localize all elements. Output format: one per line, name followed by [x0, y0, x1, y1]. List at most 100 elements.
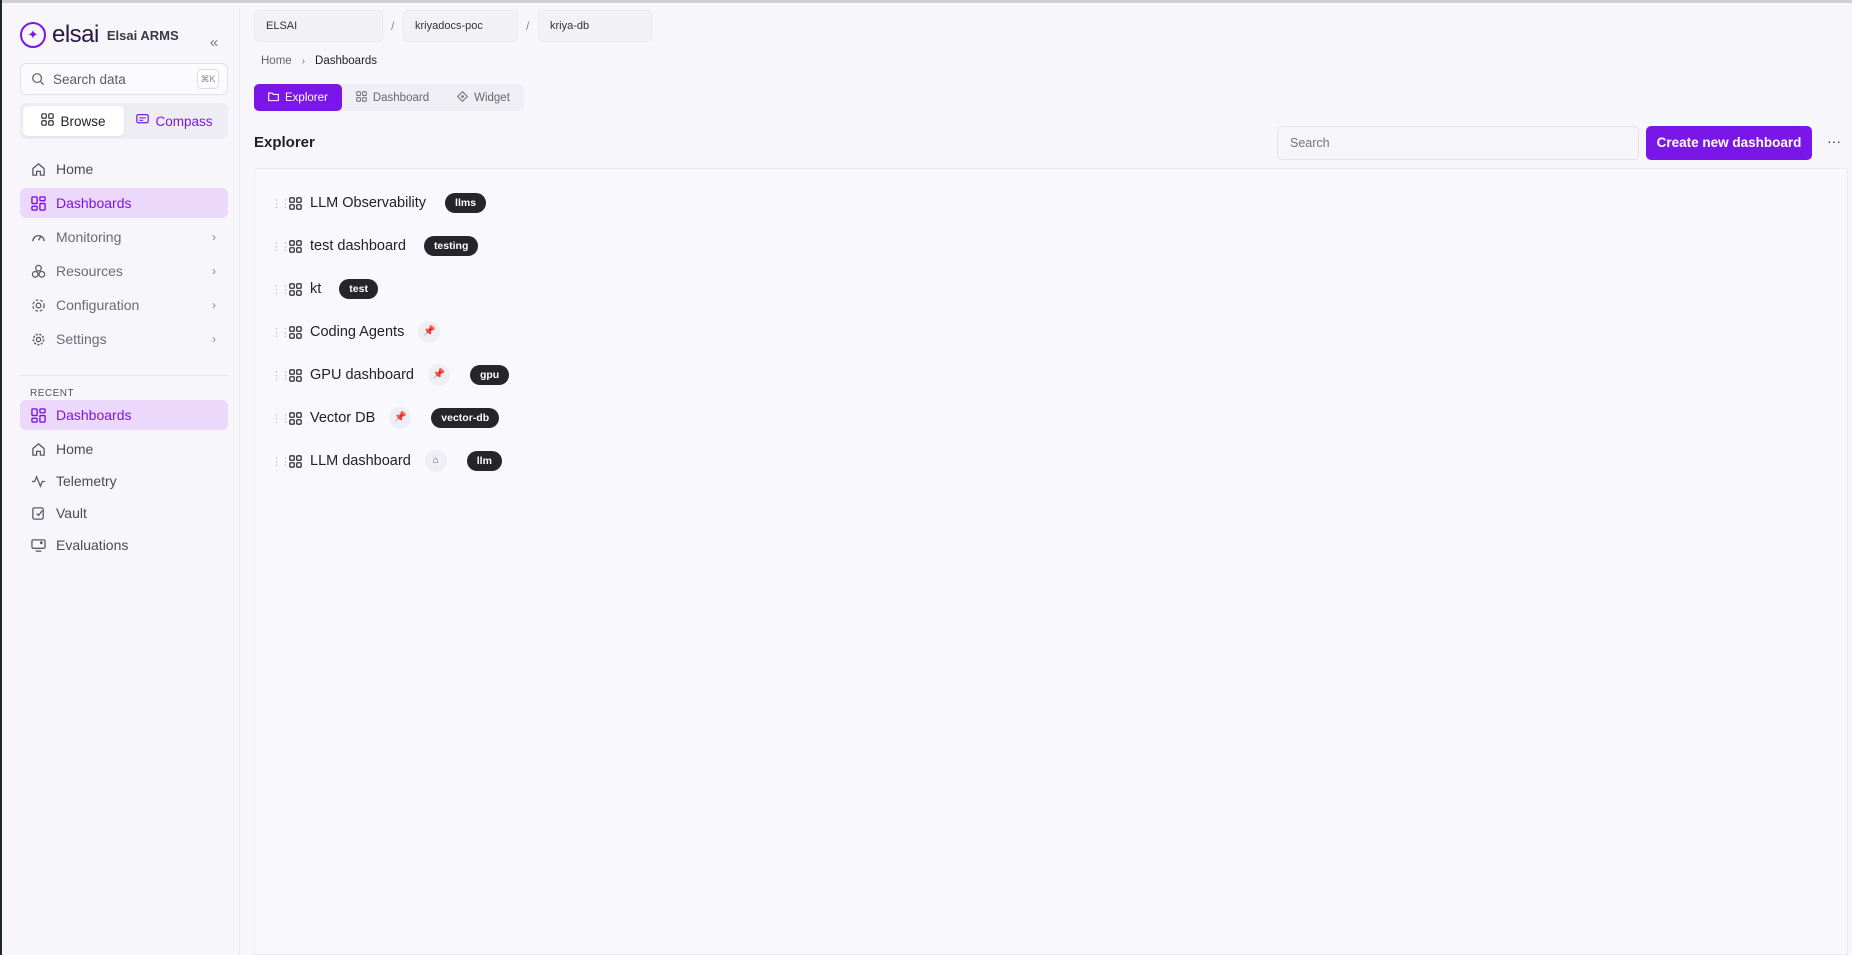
page-title: Explorer — [254, 134, 315, 151]
recent-item-telemetry[interactable]: Telemetry — [20, 466, 228, 496]
tab-label: Explorer — [285, 91, 328, 104]
dashboard-name[interactable]: LLM dashboard — [310, 453, 411, 469]
tab-explorer[interactable]: Explorer — [254, 84, 342, 111]
nav-label: Dashboards — [56, 407, 132, 423]
chat-icon — [136, 113, 150, 129]
drag-handle-icon[interactable]: ⋮⋮ — [271, 369, 291, 382]
dashboard-icon — [289, 239, 303, 253]
dashboard-name[interactable]: GPU dashboard — [310, 367, 414, 383]
main-nav: Home Dashboards Monitoring › Resources ›… — [20, 154, 228, 358]
chevron-right-icon: › — [301, 55, 306, 67]
grid-icon — [41, 113, 55, 129]
sidebar-item-dashboards[interactable]: Dashboards — [20, 188, 228, 218]
logo-text: elsai — [52, 21, 99, 48]
sidebar-item-home[interactable]: Home — [20, 154, 228, 184]
recent-item-evaluations[interactable]: Evaluations — [20, 530, 228, 560]
nav-label: Dashboards — [56, 195, 132, 211]
dashboard-name[interactable]: test dashboard — [310, 238, 406, 254]
database-selector[interactable]: kriya-db — [538, 10, 652, 42]
dashboard-name[interactable]: kt — [310, 281, 321, 297]
vault-icon — [30, 505, 46, 521]
drag-handle-icon[interactable]: ⋮⋮ — [271, 240, 291, 253]
pin-icon[interactable]: 📌 — [418, 321, 441, 343]
dashboard-tag: test — [339, 279, 378, 299]
create-dashboard-button[interactable]: Create new dashboard — [1646, 126, 1812, 160]
drag-handle-icon[interactable]: ⋮⋮ — [271, 283, 291, 296]
home-icon[interactable]: ⌂ — [424, 450, 447, 472]
sidebar-search-input[interactable]: Search data ⌘K — [20, 63, 228, 95]
dashboard-list-panel: ⋮⋮ LLM Observability llms ⋮⋮ test dashbo… — [254, 168, 1848, 955]
dashboard-name[interactable]: Vector DB — [310, 410, 375, 426]
project-selector[interactable]: kriyadocs-poc — [403, 10, 518, 42]
dashboard-row[interactable]: ⋮⋮ test dashboard testing — [271, 231, 479, 261]
nav-label: Settings — [56, 331, 107, 347]
drag-handle-icon[interactable]: ⋮⋮ — [271, 412, 291, 425]
widget-icon — [457, 90, 469, 105]
dashboard-name[interactable]: Coding Agents — [310, 324, 404, 340]
sidebar-item-configuration[interactable]: Configuration › — [20, 290, 228, 320]
sidebar-item-settings[interactable]: Settings › — [20, 324, 228, 354]
dashboard-icon — [30, 195, 46, 211]
tab-label: Dashboard — [372, 91, 430, 104]
dashboard-icon — [289, 196, 303, 210]
breadcrumb-home[interactable]: Home — [261, 55, 292, 67]
tab-dashboard[interactable]: Dashboard — [342, 84, 443, 111]
drag-handle-icon[interactable]: ⋮⋮ — [271, 197, 291, 210]
pin-icon[interactable]: 📌 — [389, 407, 412, 429]
gear-icon — [30, 331, 46, 347]
chevron-right-icon: › — [212, 332, 216, 346]
search-shortcut: ⌘K — [197, 69, 219, 89]
dashboard-icon — [355, 90, 367, 105]
nav-label: Home — [56, 161, 94, 177]
drag-handle-icon[interactable]: ⋮⋮ — [271, 326, 291, 339]
gauge-icon — [30, 229, 46, 245]
pin-icon[interactable]: 📌 — [427, 364, 450, 386]
dashboard-row[interactable]: ⋮⋮ GPU dashboard 📌 gpu — [271, 360, 510, 390]
sidebar-item-monitoring[interactable]: Monitoring › — [20, 222, 228, 252]
nav-label: Configuration — [56, 297, 140, 313]
app-name: Elsai ARMS — [106, 27, 179, 43]
dashboard-tag: llms — [445, 193, 487, 213]
context-separator: / — [526, 19, 530, 33]
mode-tab-compass[interactable]: Compass — [124, 106, 225, 136]
elsai-logo-icon: ✦ — [20, 22, 46, 48]
dashboard-tag: vector-db — [431, 408, 500, 428]
dashboard-row[interactable]: ⋮⋮ Vector DB 📌 vector-db — [271, 403, 500, 433]
nav-label: Telemetry — [56, 473, 117, 489]
brand[interactable]: ✦ elsai Elsai ARMS — [20, 21, 179, 49]
nav-label: Monitoring — [56, 229, 122, 245]
recent-item-vault[interactable]: Vault — [20, 498, 228, 528]
home-icon — [30, 161, 46, 177]
collapse-sidebar-icon[interactable]: « — [205, 34, 223, 52]
dashboard-icon — [289, 368, 303, 382]
home-icon — [30, 441, 46, 457]
dashboard-row[interactable]: ⋮⋮ Coding Agents 📌 — [271, 317, 441, 347]
sidebar-divider — [20, 375, 228, 376]
drag-handle-icon[interactable]: ⋮⋮ — [271, 455, 291, 468]
dashboard-tag: llm — [466, 451, 502, 471]
monitor-icon — [30, 537, 46, 553]
activity-icon — [30, 473, 46, 489]
dashboard-name[interactable]: LLM Observability — [310, 195, 426, 211]
more-options-icon[interactable]: ··· — [1824, 130, 1844, 154]
tab-widget[interactable]: Widget — [443, 84, 524, 111]
folder-icon — [268, 91, 279, 105]
chevron-right-icon: › — [212, 264, 216, 278]
dashboard-icon — [30, 407, 46, 423]
dashboard-row[interactable]: ⋮⋮ LLM dashboard ⌂ llm — [271, 446, 502, 476]
sidebar: ✦ elsai Elsai ARMS « Search data ⌘K Brow… — [8, 8, 240, 955]
recent-section-label: RECENT — [30, 388, 75, 399]
dashboard-icon — [289, 325, 303, 339]
recent-item-home[interactable]: Home — [20, 434, 228, 464]
sidebar-item-resources[interactable]: Resources › — [20, 256, 228, 286]
dashboard-row[interactable]: ⋮⋮ kt test — [271, 274, 378, 304]
config-icon — [30, 297, 46, 313]
org-selector[interactable]: ELSAI — [254, 10, 383, 42]
dashboard-row[interactable]: ⋮⋮ LLM Observability llms — [271, 188, 487, 218]
breadcrumb-current: Dashboards — [315, 55, 378, 67]
recent-item-dashboards[interactable]: Dashboards — [20, 400, 228, 430]
mode-tab-browse[interactable]: Browse — [23, 106, 124, 136]
dashboard-search-input[interactable]: Search — [1277, 126, 1639, 160]
window-left-border — [0, 0, 2, 955]
dashboard-tag: gpu — [469, 365, 510, 385]
